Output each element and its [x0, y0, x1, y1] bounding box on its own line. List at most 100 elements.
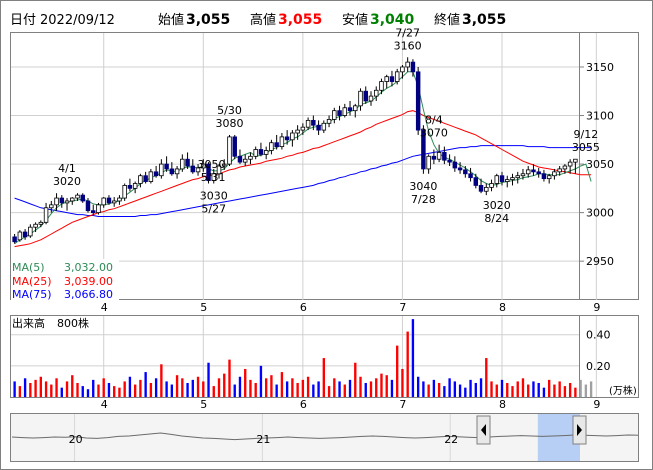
- candle-body: [258, 149, 264, 155]
- annotation-price: 3070: [420, 127, 448, 140]
- volume-bar: [359, 376, 362, 397]
- ma-legend: MA(5) 3,032.00 MA(25) 3,039.00 MA(75) 3,…: [11, 259, 119, 301]
- candle-body: [80, 194, 85, 202]
- candle-body: [316, 124, 321, 131]
- outer-frame: [0, 0, 653, 470]
- candle-body: [431, 155, 437, 160]
- price-annotation: 7/273160: [394, 26, 422, 52]
- candle-body: [148, 171, 154, 182]
- price-tick-label: 3000: [586, 207, 614, 220]
- candle-body: [332, 110, 337, 120]
- volume-bar: [102, 378, 105, 397]
- volume-bar: [532, 381, 535, 397]
- annotation-price: 3040: [409, 180, 437, 193]
- candle-body: [111, 200, 117, 204]
- price-tick-label: 3100: [586, 110, 614, 123]
- price-month-label: 5: [200, 301, 207, 314]
- volume-bar: [60, 387, 63, 397]
- price-month-label: 9: [593, 301, 600, 314]
- annotation-price: 3080: [215, 117, 243, 130]
- price-month-label: 6: [300, 301, 307, 314]
- candle-body: [452, 161, 458, 169]
- price-annotation: 5/303080: [215, 104, 243, 130]
- volume-bar: [44, 381, 48, 397]
- price-annotation: 30505/31: [197, 158, 225, 184]
- ma25-legend-value: 3,039.00: [64, 275, 113, 288]
- volume-bar: [65, 381, 69, 397]
- annotation-date: 5/31: [201, 171, 226, 184]
- candle-body: [400, 66, 405, 73]
- candle-body: [117, 197, 122, 202]
- annotation-date: 4/1: [58, 162, 76, 175]
- candle: [122, 183, 127, 201]
- candle-body: [248, 155, 253, 160]
- candle-body: [106, 197, 112, 204]
- volume-bar: [584, 384, 588, 397]
- volume-bar: [437, 382, 441, 397]
- volume-bar: [537, 382, 540, 397]
- navigator-year-label: 20: [69, 433, 83, 446]
- volume-bar: [306, 376, 310, 397]
- candle-body: [122, 185, 127, 199]
- volume-bar: [13, 381, 16, 397]
- candle-body: [290, 132, 295, 141]
- volume-bar: [411, 319, 415, 397]
- candle-body: [557, 168, 562, 173]
- volume-bar: [579, 379, 582, 397]
- volume-bar: [191, 379, 194, 397]
- volume-bar: [238, 376, 242, 397]
- volume-bar: [29, 382, 32, 397]
- candle-body: [415, 71, 421, 131]
- candle-body: [17, 231, 23, 241]
- candle-body: [12, 236, 17, 243]
- volume-month-label: 7: [399, 398, 406, 411]
- candle-body: [180, 158, 185, 170]
- volume-bar: [55, 378, 58, 397]
- candle-body: [274, 142, 279, 147]
- volume-bar: [327, 386, 331, 397]
- volume-bar: [474, 382, 477, 397]
- candle-body: [90, 210, 96, 214]
- price-annotation: 9/123055: [572, 128, 600, 154]
- price-tick-label: 2950: [586, 255, 614, 268]
- volume-bar: [249, 379, 252, 397]
- candle-body: [426, 155, 431, 170]
- navigator-right-handle[interactable]: [572, 415, 587, 445]
- annotation-price: 3050: [197, 158, 225, 171]
- volume-bar: [490, 381, 493, 397]
- volume-bar: [338, 381, 341, 397]
- navigator-year-label: 21: [256, 433, 270, 446]
- navigator-left-handle[interactable]: [476, 415, 491, 445]
- open-value: 3,055: [186, 12, 230, 28]
- candle-body: [484, 186, 489, 192]
- candle-body: [28, 226, 33, 237]
- candle-body: [284, 136, 290, 141]
- ma75-legend-value: 3,066.80: [64, 288, 113, 301]
- candle-body: [85, 200, 91, 212]
- volume-bar: [521, 378, 525, 397]
- volume-month-label: 5: [200, 398, 207, 411]
- price-annotation: 30208/24: [483, 199, 511, 225]
- stock-chart-widget: 日付 2022/09/12 始値 3,055 高値 3,055 安値 3,040…: [0, 0, 653, 470]
- candle-body: [232, 136, 237, 157]
- candle-body: [562, 165, 568, 170]
- volume-bar: [86, 389, 90, 397]
- candle-body: [567, 161, 573, 167]
- volume-bar: [453, 381, 457, 397]
- volume-bar: [259, 365, 263, 397]
- candle-body: [384, 76, 389, 82]
- candle-body: [473, 177, 479, 186]
- candle-body: [505, 179, 510, 182]
- volume-bar: [113, 386, 116, 397]
- volume-bar: [207, 362, 210, 397]
- candle-body: [295, 129, 300, 134]
- candle-body: [33, 223, 38, 228]
- price-annotation: 30305/27: [200, 189, 228, 215]
- volume-bar: [406, 331, 409, 397]
- volume-bar: [458, 384, 462, 397]
- volume-bar: [18, 386, 22, 397]
- volume-bar: [264, 378, 268, 397]
- candle-body: [263, 150, 269, 155]
- candle-body: [138, 175, 143, 184]
- volume-bar: [301, 379, 305, 397]
